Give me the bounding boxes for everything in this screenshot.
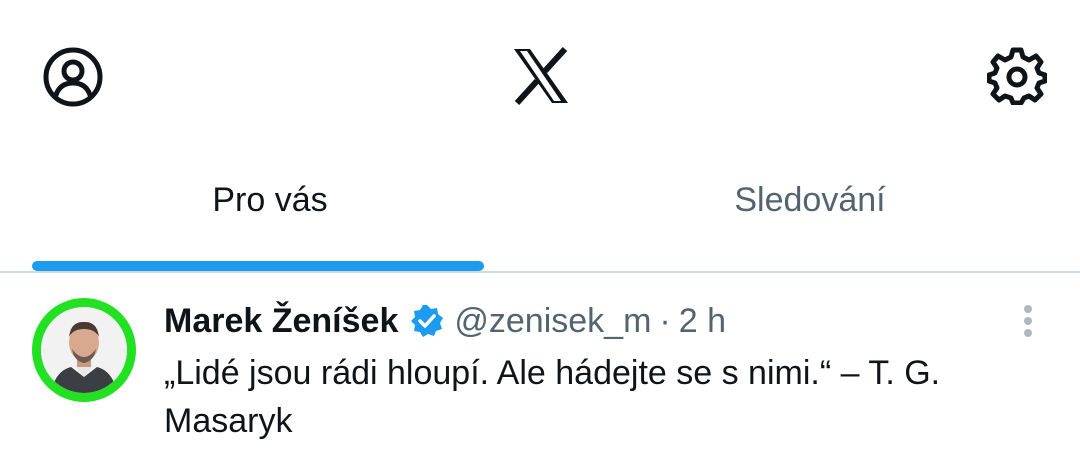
tweet-text: „Lidé jsou rádi hloupí. Ale hádejte se s… <box>164 354 941 440</box>
author-name[interactable]: Marek Ženíšek <box>164 302 398 341</box>
tweet-time[interactable]: 2 h <box>679 302 726 341</box>
separator-dot: · <box>659 301 671 340</box>
active-tab-indicator <box>32 261 484 271</box>
tab-following-label: Sledování <box>734 181 886 219</box>
tab-following[interactable]: Sledování <box>540 150 1080 271</box>
tweet-header: Marek Ženíšek @zenisek_m · 2 h <box>164 299 726 343</box>
user-circle-icon <box>43 47 103 107</box>
timeline-tabs: Pro vás Sledování <box>0 150 1080 273</box>
x-logo-icon[interactable] <box>510 46 572 106</box>
tab-for-you[interactable]: Pro vás <box>0 150 540 271</box>
avatar <box>41 307 127 393</box>
verified-badge-icon <box>410 304 444 338</box>
profile-button[interactable] <box>40 44 106 110</box>
more-vertical-icon <box>1024 305 1032 337</box>
more-options-button[interactable] <box>1008 301 1048 341</box>
gear-icon <box>987 47 1047 105</box>
top-bar <box>0 0 1080 150</box>
settings-button[interactable] <box>984 42 1050 108</box>
avatar-ring[interactable] <box>32 298 136 402</box>
author-handle[interactable]: @zenisek_m <box>454 302 651 341</box>
tab-for-you-label: Pro vás <box>212 181 328 219</box>
tweet-card[interactable]: Marek Ženíšek @zenisek_m · 2 h „Lidé jso… <box>0 273 1080 471</box>
